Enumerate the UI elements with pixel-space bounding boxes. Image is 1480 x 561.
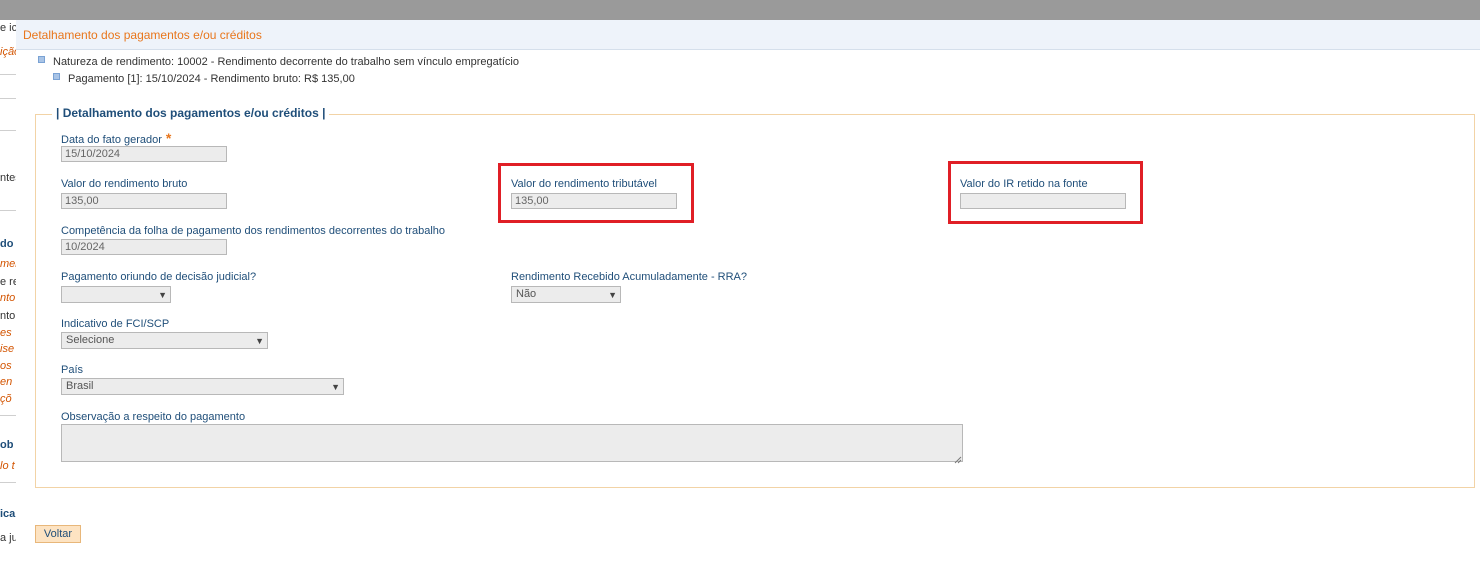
chevron-down-icon: ▼ bbox=[331, 382, 340, 392]
background-text: es bbox=[0, 327, 12, 339]
rendimento-bruto-label: Valor do rendimento bruto bbox=[61, 178, 188, 190]
background-text: en bbox=[0, 376, 13, 388]
tree-item-label: Pagamento [1]: 15/10/2024 - Rendimento b… bbox=[68, 73, 355, 85]
fato-gerador-label: Data do fato gerador * bbox=[61, 130, 172, 146]
competencia-input[interactable]: 10/2024 bbox=[61, 239, 227, 255]
decisao-judicial-select[interactable]: ▼ bbox=[61, 286, 171, 303]
chevron-down-icon: ▼ bbox=[608, 290, 617, 300]
fieldset-legend: | Detalhamento dos pagamentos e/ou crédi… bbox=[52, 106, 330, 120]
tree-item-payment[interactable]: Pagamento [1]: 15/10/2024 - Rendimento b… bbox=[53, 73, 355, 85]
background-divider bbox=[0, 74, 17, 75]
tree-bullet-icon bbox=[38, 56, 45, 63]
background-divider bbox=[0, 415, 17, 416]
background-text: os bbox=[0, 360, 12, 372]
payment-details-dialog: Detalhamento dos pagamentos e/ou crédito… bbox=[16, 20, 1480, 561]
background-text: ntes bbox=[0, 172, 17, 184]
rra-select[interactable]: Não ▼ bbox=[511, 286, 621, 303]
pais-select[interactable]: Brasil ▼ bbox=[61, 378, 344, 395]
pais-label: País bbox=[61, 364, 84, 376]
background-text: do bbox=[0, 238, 14, 250]
tree-item-nature[interactable]: Natureza de rendimento: 10002 - Rendimen… bbox=[38, 56, 519, 68]
required-mark: * bbox=[165, 130, 172, 146]
competencia-label: Competência da folha de pagamento dos re… bbox=[61, 225, 446, 237]
background-text: nto bbox=[0, 310, 16, 322]
tree-item-label: Natureza de rendimento: 10002 - Rendimen… bbox=[53, 56, 519, 68]
background-divider bbox=[0, 482, 17, 483]
fato-gerador-input[interactable]: 15/10/2024 bbox=[61, 146, 227, 162]
tree-bullet-icon bbox=[53, 73, 60, 80]
background-text: a ju bbox=[0, 532, 17, 544]
rendimento-tributavel-input[interactable]: 135,00 bbox=[511, 193, 677, 209]
rendimento-tributavel-label: Valor do rendimento tributável bbox=[511, 178, 657, 190]
background-page: e ic ição ntes do mer e re nto nto es is… bbox=[0, 20, 17, 561]
background-divider bbox=[0, 130, 17, 131]
background-text: ica bbox=[0, 508, 16, 520]
background-text: ição bbox=[0, 46, 17, 58]
chevron-down-icon: ▼ bbox=[158, 290, 167, 300]
rra-label: Rendimento Recebido Acumuladamente - RRA… bbox=[511, 271, 748, 283]
background-divider bbox=[0, 210, 17, 211]
dialog-header: Detalhamento dos pagamentos e/ou crédito… bbox=[16, 20, 1480, 50]
rendimento-bruto-input[interactable]: 135,00 bbox=[61, 193, 227, 209]
background-text: ob bbox=[0, 439, 14, 451]
ir-retido-input[interactable] bbox=[960, 193, 1126, 209]
observacao-textarea[interactable] bbox=[61, 424, 963, 462]
ir-retido-label: Valor do IR retido na fonte bbox=[960, 178, 1088, 190]
background-text: çõ bbox=[0, 393, 12, 405]
decisao-judicial-label: Pagamento oriundo de decisão judicial? bbox=[61, 271, 257, 283]
dialog-title: Detalhamento dos pagamentos e/ou crédito… bbox=[23, 28, 262, 42]
fci-scp-label: Indicativo de FCI/SCP bbox=[61, 318, 170, 330]
observacao-label: Observação a respeito do pagamento bbox=[61, 411, 246, 423]
background-text: e re bbox=[0, 276, 17, 288]
back-button[interactable]: Voltar bbox=[35, 525, 81, 543]
chevron-down-icon: ▼ bbox=[255, 336, 264, 346]
resize-grip-icon[interactable] bbox=[954, 453, 962, 464]
fci-scp-select[interactable]: Selecione ▼ bbox=[61, 332, 268, 349]
background-text: mer bbox=[0, 258, 17, 270]
background-text: ise bbox=[0, 343, 15, 355]
background-text: e ic bbox=[0, 22, 17, 34]
background-divider bbox=[0, 98, 17, 99]
background-text: nto bbox=[0, 292, 16, 304]
background-text: lo t bbox=[0, 460, 15, 472]
